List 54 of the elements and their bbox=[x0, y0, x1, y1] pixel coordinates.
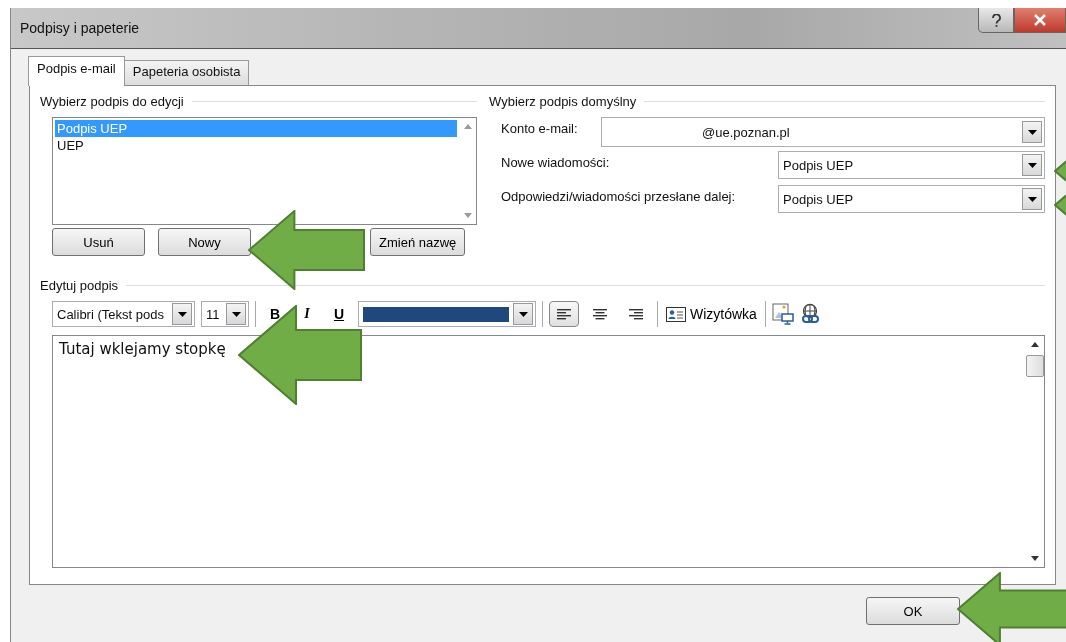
close-icon bbox=[1033, 14, 1047, 26]
contact-card-icon bbox=[666, 306, 686, 322]
group-heading: Wybierz podpis do edycji bbox=[40, 94, 184, 109]
window-title: Podpisy i papeterie bbox=[20, 20, 140, 36]
tab[interactable]: Papeteria osobista bbox=[123, 60, 250, 85]
color-dropdown[interactable] bbox=[358, 301, 536, 327]
size-dropdown[interactable]: 11 bbox=[201, 301, 249, 327]
caret-icon bbox=[177, 311, 187, 317]
globe-link-icon bbox=[799, 303, 822, 325]
format-button[interactable]: U bbox=[326, 302, 352, 326]
align-center-icon bbox=[593, 308, 607, 320]
caret-icon bbox=[1027, 129, 1037, 135]
caret-icon bbox=[231, 311, 241, 317]
help-button[interactable] bbox=[978, 8, 1014, 33]
ok-button[interactable]: OK bbox=[866, 597, 960, 625]
insert-picture-button[interactable] bbox=[771, 303, 794, 325]
signature-editor[interactable]: Tutaj wklejamy stopkę bbox=[52, 335, 1045, 568]
dropdown-button[interactable] bbox=[172, 303, 192, 325]
dropdown-button[interactable] bbox=[1022, 188, 1042, 210]
tab[interactable]: Podpis e-mail bbox=[28, 56, 125, 86]
font-dropdown[interactable]: Calibri (Tekst pods bbox=[52, 301, 195, 327]
format-button[interactable]: I bbox=[294, 302, 320, 326]
business-card-button[interactable]: Wizytówka bbox=[664, 306, 759, 322]
dropdown-field[interactable]: Podpis UEP bbox=[778, 185, 1045, 213]
picture-monitor-icon bbox=[771, 303, 794, 325]
dropdown-button[interactable] bbox=[1022, 121, 1042, 143]
signature-text: Tutaj wklejamy stopkę bbox=[59, 340, 226, 358]
dropdown-button[interactable] bbox=[1022, 154, 1042, 176]
dropdown-button[interactable] bbox=[226, 303, 246, 325]
group-heading: Edytuj podpis bbox=[40, 278, 119, 293]
field-label: Konto e-mail: bbox=[501, 120, 579, 136]
scroll-down-icon[interactable] bbox=[1031, 556, 1039, 561]
dropdown-field[interactable]: Podpis UEP bbox=[778, 151, 1045, 179]
close-button[interactable] bbox=[1014, 8, 1066, 33]
align-left-icon bbox=[557, 308, 571, 320]
caret-icon bbox=[518, 311, 528, 317]
align-right-icon bbox=[629, 308, 643, 320]
action-button[interactable]: Usuń bbox=[52, 228, 145, 256]
caret-icon bbox=[1027, 196, 1037, 202]
action-button[interactable]: Zmień nazwę bbox=[370, 228, 466, 256]
align-button[interactable] bbox=[549, 301, 579, 327]
list-item[interactable]: UEP bbox=[55, 137, 457, 154]
action-button[interactable]: Nowy bbox=[158, 228, 251, 256]
dropdown-button[interactable] bbox=[513, 303, 533, 325]
field-label: Odpowiedzi/wiadomości przesłane dalej: bbox=[501, 188, 737, 204]
group-heading: Wybierz podpis domyślny bbox=[489, 94, 637, 109]
dropdown-field[interactable]: @ue.poznan.pl bbox=[601, 117, 1045, 147]
scroll-up-icon[interactable] bbox=[1031, 342, 1039, 347]
field-label: Nowe wiadomości: bbox=[501, 154, 611, 170]
help-icon bbox=[991, 13, 1001, 27]
hyperlink-button[interactable] bbox=[799, 303, 822, 325]
signature-list[interactable]: Podpis UEP UEP bbox=[52, 117, 477, 225]
caret-icon bbox=[1027, 162, 1037, 168]
scroll-thumb[interactable] bbox=[1026, 355, 1044, 377]
